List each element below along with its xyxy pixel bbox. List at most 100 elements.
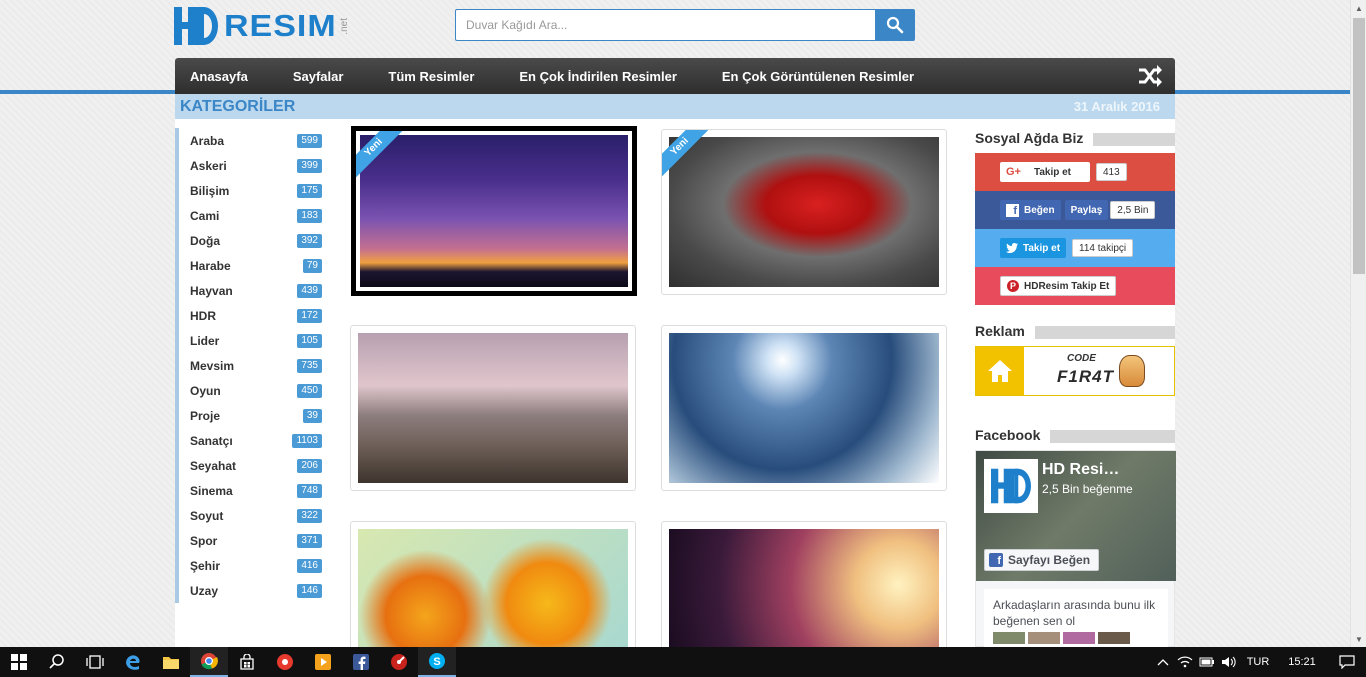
category-count: 599 xyxy=(297,133,322,148)
category-item[interactable]: Askeri 399 xyxy=(179,153,325,178)
shuffle-icon[interactable] xyxy=(1137,64,1163,93)
category-count: 439 xyxy=(297,283,322,298)
category-item[interactable]: Seyahat 206 xyxy=(179,453,325,478)
category-item[interactable]: Araba 599 xyxy=(179,128,325,153)
main-content: KATEGORİLER 31 Aralık 2016 Araba 599 Aske… xyxy=(175,94,1176,661)
task-view-icon[interactable] xyxy=(76,647,114,677)
facebook-page-widget: HD Resi… 2,5 Bin beğenme f Sayfayı Beğen… xyxy=(975,450,1176,648)
category-item[interactable]: Bilişim 175 xyxy=(179,178,325,203)
hd-logo-icon xyxy=(174,7,218,45)
wallpaper-card-milky-way[interactable]: Yeni xyxy=(351,126,637,296)
page-scrollbar[interactable]: ▲ ▼ xyxy=(1350,0,1366,647)
wallpaper-card-snow-mountain[interactable] xyxy=(661,325,947,491)
category-item[interactable]: Uzay 146 xyxy=(179,578,325,603)
category-item[interactable]: Proje 39 xyxy=(179,403,325,428)
wallpaper-card-formula[interactable]: Yeni xyxy=(661,129,947,295)
fb-like-page-button[interactable]: f Sayfayı Beğen xyxy=(984,549,1100,571)
category-name: Hayvan xyxy=(190,283,233,298)
wallpaper-card-racer[interactable] xyxy=(661,521,947,661)
volume-icon[interactable] xyxy=(1218,656,1240,668)
search-icon[interactable] xyxy=(38,647,76,677)
windows-start-icon[interactable] xyxy=(0,647,38,677)
ad-banner[interactable]: CODE F1R4T xyxy=(975,346,1175,396)
category-item[interactable]: Harabe 79 xyxy=(179,253,325,278)
site-logo[interactable]: RESIM .net xyxy=(174,6,350,46)
search-button[interactable] xyxy=(875,9,915,41)
category-item[interactable]: Doğa 392 xyxy=(179,228,325,253)
category-item[interactable]: Sinema 748 xyxy=(179,478,325,503)
svg-text:S: S xyxy=(433,656,440,668)
friend-avatar[interactable] xyxy=(1028,632,1060,644)
battery-icon[interactable] xyxy=(1196,657,1218,667)
chevron-up-icon[interactable] xyxy=(1152,658,1174,666)
category-count: 175 xyxy=(297,183,322,198)
home-icon xyxy=(976,347,1024,395)
category-name: Şehir xyxy=(190,558,221,573)
category-count: 392 xyxy=(297,233,322,248)
category-item[interactable]: HDR 172 xyxy=(179,303,325,328)
chrome-browser-icon[interactable] xyxy=(190,647,228,677)
fb-page-name[interactable]: HD Resi… xyxy=(1042,461,1119,479)
category-name: Uzay xyxy=(190,583,219,598)
twitter-follow-button[interactable]: Takip et xyxy=(1000,238,1067,258)
gplus-follow-button[interactable]: G+ Takip et xyxy=(1000,162,1090,182)
wallpaper-image xyxy=(669,333,939,483)
social-section-title: Sosyal Ağda Biz xyxy=(975,130,1175,146)
action-center-icon[interactable] xyxy=(1328,655,1366,669)
category-name: Araba xyxy=(190,133,225,148)
category-name: Lider xyxy=(190,333,220,348)
facebook-app-icon[interactable] xyxy=(342,647,380,677)
category-item[interactable]: Cami 183 xyxy=(179,203,325,228)
category-item[interactable]: Mevsim 735 xyxy=(179,353,325,378)
skype-icon[interactable]: S xyxy=(418,647,456,677)
language-indicator[interactable]: TUR xyxy=(1240,656,1276,668)
logo-net: .net xyxy=(338,17,350,35)
mascot-icon xyxy=(1119,355,1145,387)
category-count: 416 xyxy=(297,558,322,573)
media-player-icon[interactable] xyxy=(304,647,342,677)
app-gauge-icon[interactable] xyxy=(380,647,418,677)
category-item[interactable]: Şehir 416 xyxy=(179,553,325,578)
ad-content: CODE F1R4T xyxy=(1024,347,1174,395)
nav-anasayfa[interactable]: Anasayfa xyxy=(190,69,248,84)
scroll-down-icon[interactable]: ▼ xyxy=(1351,631,1366,647)
pinterest-icon: P xyxy=(1007,280,1019,292)
category-name: Spor xyxy=(190,533,218,548)
friend-avatar[interactable] xyxy=(993,632,1025,644)
friend-avatar[interactable] xyxy=(1098,632,1130,644)
pinterest-row: P HDResim Takip Et xyxy=(975,267,1175,305)
wallpaper-image xyxy=(358,529,628,653)
fb-share-button[interactable]: Paylaş xyxy=(1064,200,1109,220)
wallpaper-card-statue[interactable] xyxy=(350,325,636,491)
category-item[interactable]: Lider 105 xyxy=(179,328,325,353)
category-item[interactable]: Spor 371 xyxy=(179,528,325,553)
file-explorer-icon[interactable] xyxy=(152,647,190,677)
clock[interactable]: 15:21 xyxy=(1276,656,1328,668)
category-name: HDR xyxy=(190,308,216,323)
category-item[interactable]: Soyut 322 xyxy=(179,503,325,528)
fb-friend-faces xyxy=(993,632,1159,644)
search-input[interactable] xyxy=(455,9,875,41)
nav-en-cok-indirilen[interactable]: En Çok İndirilen Resimler xyxy=(519,69,677,84)
app-red-icon[interactable] xyxy=(266,647,304,677)
category-item[interactable]: Oyun 450 xyxy=(179,378,325,403)
friend-avatar[interactable] xyxy=(1063,632,1095,644)
scroll-thumb[interactable] xyxy=(1353,18,1365,274)
category-item[interactable]: Hayvan 439 xyxy=(179,278,325,303)
logo-word: RESIM xyxy=(224,8,337,43)
wifi-icon[interactable] xyxy=(1174,656,1196,668)
fb-like-button[interactable]: f Beğen xyxy=(1000,200,1061,220)
pinterest-follow-button[interactable]: P HDResim Takip Et xyxy=(1000,276,1117,296)
category-count: 183 xyxy=(297,208,322,223)
category-item[interactable]: Sanatçı 1103 xyxy=(179,428,325,453)
edge-browser-icon[interactable] xyxy=(114,647,152,677)
wallpaper-card-flowers[interactable] xyxy=(350,521,636,661)
store-icon[interactable] xyxy=(228,647,266,677)
nav-sayfalar[interactable]: Sayfalar xyxy=(293,69,344,84)
category-name: Proje xyxy=(190,408,221,423)
fb-page-avatar[interactable] xyxy=(984,459,1038,513)
scroll-up-icon[interactable]: ▲ xyxy=(1351,0,1366,16)
nav-en-cok-goruntulenen[interactable]: En Çok Görüntülenen Resimler xyxy=(722,69,914,84)
category-count: 79 xyxy=(302,258,322,273)
nav-tum-resimler[interactable]: Tüm Resimler xyxy=(388,69,474,84)
